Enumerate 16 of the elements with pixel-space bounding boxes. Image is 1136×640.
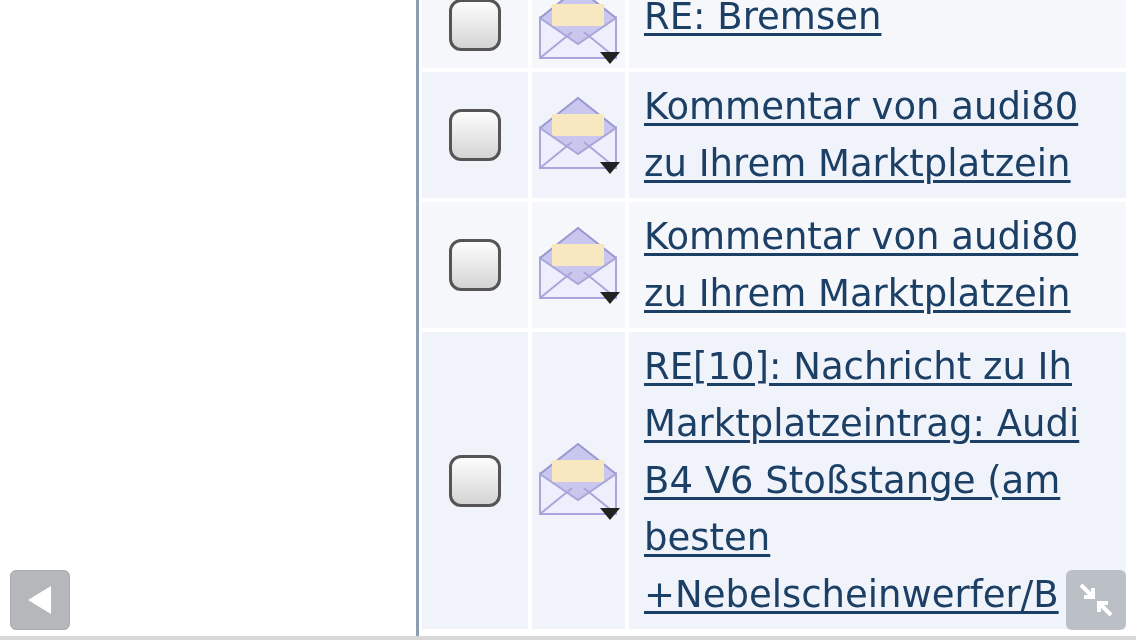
- message-subject-link[interactable]: +Nebelscheinwerfer/B: [644, 566, 1059, 623]
- back-button[interactable]: [10, 570, 70, 630]
- message-subject-link[interactable]: Marktplatzeintrag: Audi: [644, 395, 1080, 452]
- message-subject-link[interactable]: RE[10]: Nachricht zu Ih: [644, 338, 1072, 395]
- message-subject-link[interactable]: Kommentar von audi80: [644, 208, 1079, 265]
- collapse-arrows-icon: [1079, 583, 1113, 617]
- message-subject-link[interactable]: zu Ihrem Marktplatzein: [644, 135, 1071, 192]
- checkbox[interactable]: [449, 109, 501, 161]
- checkbox[interactable]: [449, 454, 501, 507]
- checkbox[interactable]: [449, 239, 501, 291]
- message-subject-link[interactable]: besten: [644, 509, 771, 566]
- back-arrow-icon: [28, 586, 52, 614]
- message-subject-link[interactable]: zu Ihrem Marktplatzein: [644, 265, 1071, 322]
- checkbox[interactable]: [449, 0, 501, 51]
- message-subject-link[interactable]: B4 V6 Stoßstange (am: [644, 452, 1061, 509]
- message-subject-link[interactable]: Kommentar von audi80: [644, 78, 1079, 135]
